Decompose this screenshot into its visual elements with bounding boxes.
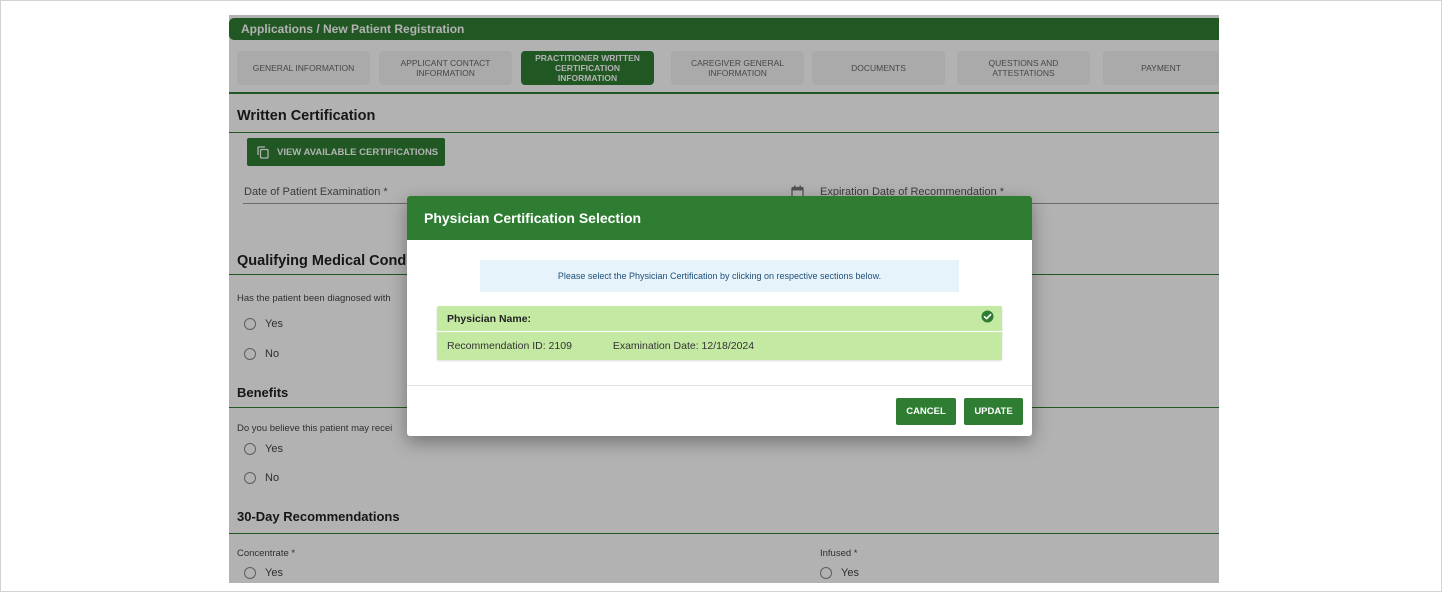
check-circle-icon bbox=[981, 310, 994, 328]
certification-details: Recommendation ID: 2109 Examination Date… bbox=[447, 340, 792, 352]
examination-date: Examination Date: 12/18/2024 bbox=[612, 340, 755, 352]
certification-card[interactable]: Physician Name: Recommendation ID: 2109 … bbox=[437, 306, 1002, 360]
cancel-button[interactable]: Cancel bbox=[896, 398, 956, 425]
info-message: Please select the Physician Certificatio… bbox=[480, 260, 959, 292]
screenshot-frame: Applications / New Patient Registration … bbox=[0, 0, 1442, 592]
dialog-footer-divider bbox=[407, 385, 1032, 386]
update-button[interactable]: Update bbox=[964, 398, 1023, 425]
physician-certification-dialog: Physician Certification Selection Please… bbox=[407, 196, 1032, 436]
physician-name-label: Physician Name: bbox=[437, 306, 1002, 332]
dialog-title: Physician Certification Selection bbox=[407, 196, 1032, 240]
recommendation-id: Recommendation ID: 2109 bbox=[447, 340, 572, 352]
